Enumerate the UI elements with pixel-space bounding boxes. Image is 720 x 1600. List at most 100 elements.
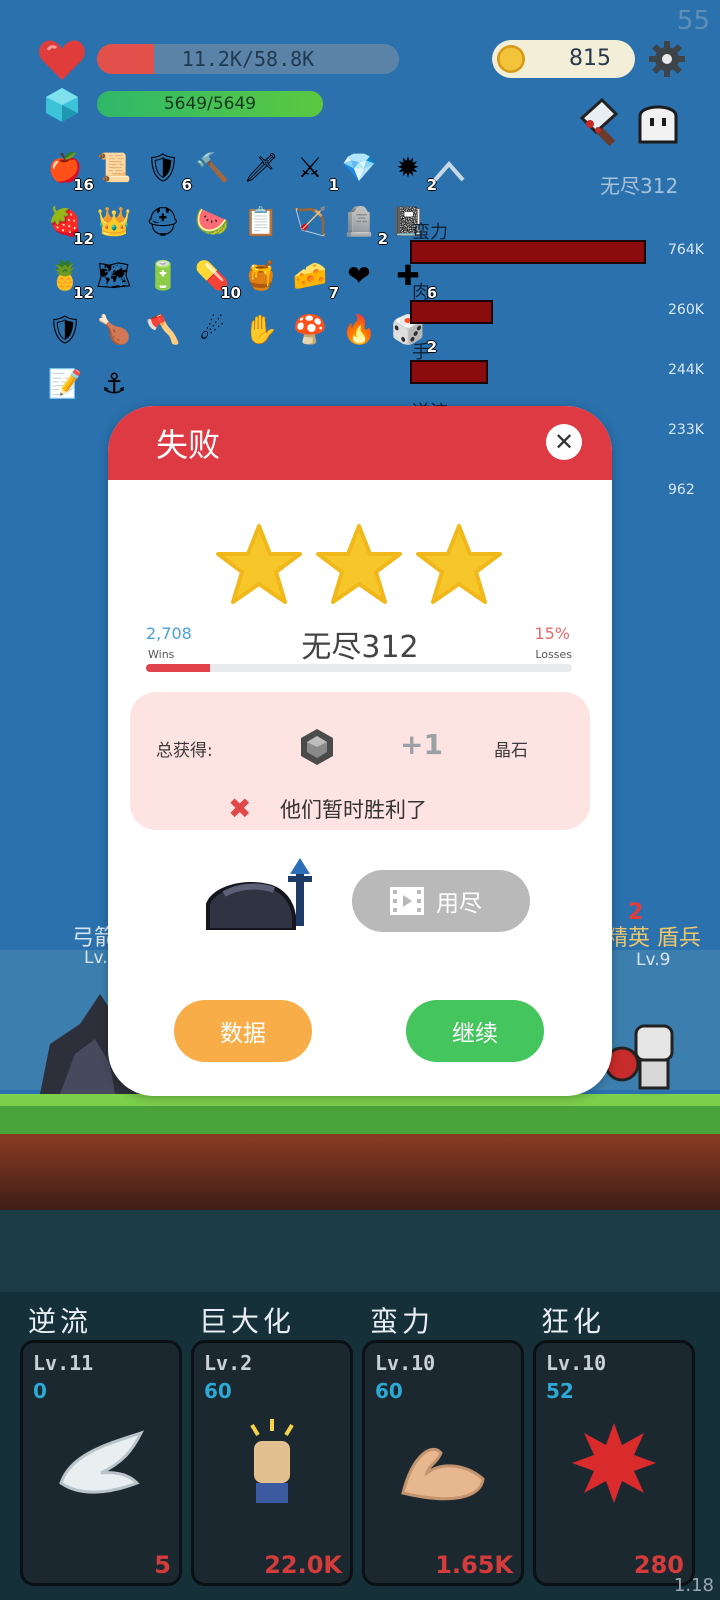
chevron-up-icon[interactable] [432, 158, 466, 184]
inventory-item[interactable]: 🗡 [240, 146, 282, 188]
reward-box: 总获得: +1 晶石 ✖ 他们暂时胜利了 [130, 692, 590, 830]
skill-count: 60 [204, 1379, 232, 1403]
inventory-item[interactable]: ✹ 2 [387, 146, 437, 195]
hook-icon: ⚓ [101, 366, 127, 400]
flame-icon: 🔥 [341, 312, 377, 346]
treasure-map-icon: 🗺 [96, 258, 132, 292]
item-count: 12 [73, 284, 94, 302]
inventory-item[interactable]: 🪓 [142, 308, 184, 350]
shield-soldier-sprite [606, 1024, 674, 1090]
inventory-item[interactable]: 🔋 [142, 254, 184, 296]
inventory-item[interactable]: 🧀 7 [289, 254, 339, 303]
tombstone-icon: 🪦 [341, 204, 377, 238]
inventory-item[interactable]: 📝 [44, 362, 86, 404]
crossbow-icon: 🏹 [292, 204, 328, 238]
skill-card[interactable]: Lv.11 0 5 [20, 1340, 182, 1586]
data-button[interactable]: 数据 [174, 1000, 312, 1062]
mp-text: 5649/5649 [163, 94, 257, 114]
skill-cost: 1.65K [435, 1551, 513, 1579]
stat-value: 244K [668, 362, 704, 378]
inventory-item[interactable]: 🍉 [191, 200, 233, 242]
hand-icon: ✋ [243, 312, 279, 346]
inventory-item[interactable]: 🍯 [240, 254, 282, 296]
inventory-item[interactable]: 🍄 [289, 308, 331, 350]
wing-icon [59, 1430, 144, 1494]
inventory-item[interactable]: 💊 10 [191, 254, 241, 303]
hp-bar: 11.2K/58.8K [97, 44, 399, 74]
video-button-label: 用尽 [436, 891, 482, 917]
inventory-item[interactable]: 🍗 [93, 308, 135, 350]
skill-count: 52 [546, 1379, 574, 1403]
inventory-item[interactable]: 🛡 [44, 308, 86, 350]
water-strip [0, 1210, 720, 1292]
skill-count: 0 [33, 1379, 47, 1403]
skill-card[interactable]: Lv.2 60 22.0K [191, 1340, 353, 1586]
inventory-item[interactable]: ☄ [191, 308, 233, 350]
inventory-item[interactable]: 👑 [93, 200, 135, 242]
inventory-item[interactable]: 🍓 12 [44, 200, 94, 249]
gem-icon [301, 729, 333, 765]
right-unit-level: Lv.9 [636, 950, 671, 970]
inventory-item[interactable]: ⛑ [142, 200, 184, 242]
crown-icon: 👑 [96, 204, 132, 238]
watermelon-icon: 🍉 [194, 204, 230, 238]
fail-x-icon: ✖ [228, 792, 252, 825]
battle-axe-icon: 🪓 [145, 312, 181, 346]
heart-icon: ❤ [347, 258, 371, 292]
sword-icon: 🗡 [243, 150, 279, 184]
mp-bar: 5649/5649 [97, 91, 323, 117]
watch-video-button[interactable]: 用尽 [352, 870, 530, 932]
defeat-dialog: 失败 ✕ 2,708 Wins 无尽312 15% Losses 总获得: +1… [108, 406, 612, 1096]
battery-icon: 🔋 [145, 258, 181, 292]
ruby-icon: 💎 [341, 150, 377, 184]
skill-level: Lv.2 [204, 1351, 253, 1375]
reward-amount: +1 [400, 728, 443, 761]
damage-number: 2 [628, 900, 644, 925]
mace-icon: 🔨 [194, 150, 230, 184]
dialog-header: 失败 ✕ [108, 406, 612, 480]
continue-button[interactable]: 继续 [406, 1000, 544, 1062]
inventory-item[interactable]: 🗺 [93, 254, 135, 296]
skill-cost: 22.0K [264, 1551, 342, 1579]
inventory-item[interactable]: 📜 [93, 146, 135, 188]
stat-value: 764K [668, 242, 704, 258]
coin-counter: 815 [492, 40, 635, 78]
inventory-item[interactable]: 🪦 2 [338, 200, 388, 249]
skill-level: Lv.11 [33, 1351, 94, 1375]
reward-item-name: 晶石 [494, 741, 528, 761]
inventory-item[interactable]: 📋 [240, 200, 282, 242]
coin-icon [497, 45, 525, 73]
ghost-icon[interactable] [634, 98, 682, 146]
heart-icon [39, 40, 85, 80]
inventory-item[interactable]: 🔥 [338, 308, 380, 350]
left-unit-level: Lv. [84, 948, 108, 968]
skill-count: 60 [375, 1379, 403, 1403]
boss-cleaver-icon[interactable] [576, 98, 628, 150]
checklist-icon: 📋 [243, 204, 279, 238]
star-icon [216, 524, 302, 604]
stat-value: 260K [668, 302, 704, 318]
inventory-item[interactable]: ⚔ 1 [289, 146, 339, 195]
inventory-item[interactable]: 💎 [338, 146, 380, 188]
inventory-item[interactable]: 🍍 12 [44, 254, 94, 303]
inventory-item[interactable]: ❤ [338, 254, 380, 296]
meteor-icon: ☄ [199, 312, 225, 346]
skill-title: 狂化 [541, 1305, 606, 1338]
scroll-icon: 📜 [96, 150, 132, 184]
inventory-item[interactable]: ⚓ [93, 362, 135, 404]
star-icon [316, 524, 402, 604]
crest-shield-icon: 🛡 [47, 312, 83, 346]
inventory-item[interactable]: ✋ [240, 308, 282, 350]
close-button[interactable]: ✕ [546, 424, 582, 460]
inventory-item[interactable]: 🍎 16 [44, 146, 94, 195]
skill-card[interactable]: Lv.10 52 280 [533, 1340, 695, 1586]
inventory-item[interactable]: 🛡 6 [142, 146, 192, 195]
fail-message: 他们暂时胜利了 [280, 798, 427, 822]
gear-icon[interactable] [648, 40, 686, 78]
film-icon [390, 887, 424, 915]
skill-title: 逆流 [28, 1305, 93, 1338]
inventory-item[interactable]: 🏹 [289, 200, 331, 242]
skill-card[interactable]: Lv.10 60 1.65K [362, 1340, 524, 1586]
dialog-title: 失败 [156, 426, 221, 464]
inventory-item[interactable]: 🔨 [191, 146, 233, 188]
